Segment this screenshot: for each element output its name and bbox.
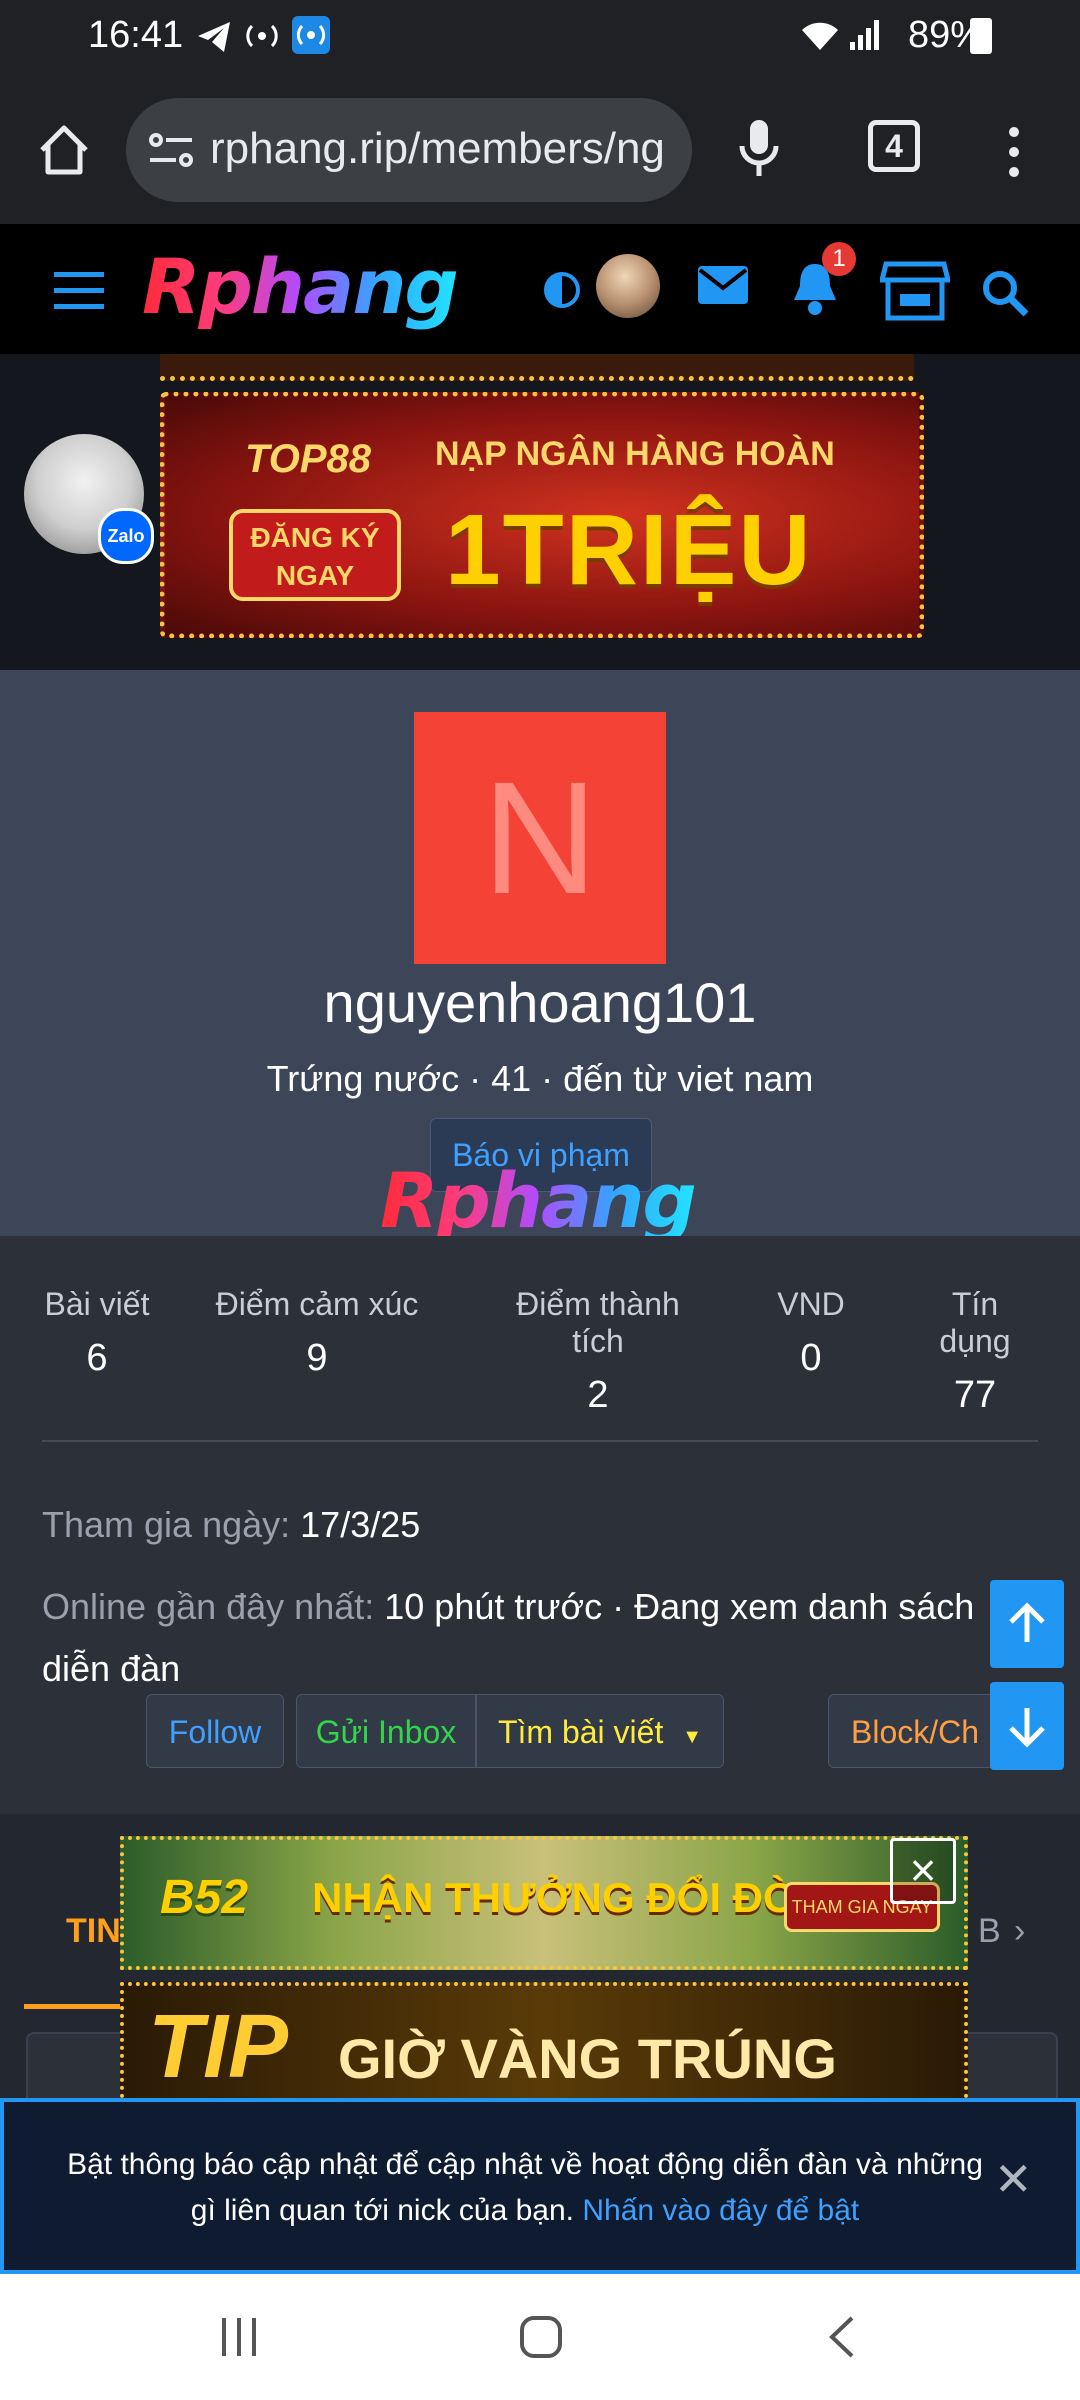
more-menu-icon[interactable] — [1006, 124, 1022, 185]
send-inbox-button[interactable]: Gửi Inbox — [296, 1694, 476, 1768]
ad-b52[interactable]: B52 NHẬN THƯỞNG ĐỔI ĐỜI THAM GIA NGAY — [120, 1836, 968, 1970]
home-nav-icon[interactable] — [518, 2314, 564, 2365]
stat-label: VND — [777, 1286, 845, 1322]
joined-label: Tham gia ngày: — [42, 1504, 291, 1545]
status-time: 16:41 — [88, 14, 184, 56]
address-bar[interactable]: rphang.rip/members/ng — [126, 98, 692, 202]
online-status[interactable]: 10 phút trước · Đang xem danh sách — [384, 1586, 974, 1627]
active-tab-indicator — [24, 2004, 134, 2009]
store-icon[interactable] — [878, 260, 952, 327]
recent-apps-icon[interactable] — [218, 2316, 260, 2363]
top-ad-banner: Zalo TOP88 NẠP NGÂN HÀNG HOÀN 1TRIỆU ĐĂN… — [0, 354, 1080, 670]
profile-avatar[interactable]: N — [414, 712, 666, 964]
profile-header: N nguyenhoang101 Trứng nước · 41 · đến t… — [0, 670, 1080, 1245]
zalo-icon[interactable]: Zalo — [98, 508, 154, 564]
block-label: Block/Ch — [851, 1714, 980, 1750]
ad-tip-brand: TIP — [148, 1997, 289, 2097]
tab-first[interactable]: TIN — [66, 1912, 121, 1951]
dropdown-caret-icon: ▼ — [682, 1726, 703, 1748]
ad-top88[interactable]: TOP88 NẠP NGÂN HÀNG HOÀN 1TRIỆU ĐĂNG KÝ … — [160, 392, 924, 638]
profile-tabs-area: TIN C B › B52 NHẬN THƯỞNG ĐỔI ĐỜI THAM G… — [0, 1814, 1080, 2130]
stat-value: 0 — [800, 1337, 822, 1379]
ad-b52-text: NHẬN THƯỞNG ĐỔI ĐỜI — [312, 1874, 811, 1921]
stats-divider — [42, 1440, 1038, 1442]
notification-message: Bật thông báo cập nhật để cập nhật về ho… — [60, 2142, 990, 2234]
hamburger-menu-icon[interactable] — [54, 270, 104, 315]
telegram-icon — [196, 20, 232, 59]
close-ad-icon[interactable]: × — [890, 1838, 956, 1904]
joined-date: 17/3/25 — [300, 1504, 421, 1545]
stat-reactions[interactable]: Điểm cảm xúc 9 — [214, 1286, 420, 1380]
tab-switcher-button[interactable]: 4 — [868, 120, 920, 172]
stat-label: Điểm cảm xúc — [215, 1286, 419, 1322]
chevron-right-icon[interactable]: › — [1014, 1912, 1025, 1951]
url-text: rphang.rip/members/ng — [210, 124, 665, 173]
stat-label: Bài viết — [44, 1286, 150, 1322]
follow-button[interactable]: Follow — [146, 1694, 284, 1768]
scroll-down-button[interactable] — [990, 1682, 1064, 1770]
stat-label: Điểm thành tích — [516, 1286, 680, 1359]
watermark-logo: Rphang — [380, 1156, 697, 1245]
profile-username: nguyenhoang101 — [323, 971, 757, 1034]
ad-headline: NẠP NGÂN HÀNG HOÀN — [435, 435, 835, 473]
mail-icon[interactable] — [696, 262, 750, 313]
site-logo[interactable]: Rphang — [142, 242, 459, 331]
profile-meta: Trứng nước · 41 · đến từ viet nam — [266, 1058, 814, 1099]
ad-register-button[interactable]: ĐĂNG KÝ NGAY — [229, 509, 401, 601]
battery-icon — [970, 18, 992, 54]
ad-amount: 1TRIỆU — [445, 494, 813, 606]
status-bar: 16:41 89% — [0, 0, 1080, 76]
stat-credit: Tín dụng 77 — [912, 1286, 1038, 1417]
site-settings-icon[interactable] — [148, 128, 194, 177]
online-label: Online gần đây nhất: — [42, 1586, 375, 1627]
wifi-icon — [800, 18, 840, 57]
search-icon[interactable] — [980, 268, 1030, 323]
push-notification-prompt: Bật thông báo cập nhật để cập nhật về ho… — [0, 2098, 1080, 2274]
ad-brand: TOP88 — [245, 437, 371, 481]
stat-posts: Bài viết 6 — [42, 1286, 152, 1380]
profile-stats: Bài viết 6 Điểm cảm xúc 9 Điểm thành tíc… — [0, 1236, 1080, 1814]
arrow-down-icon — [1009, 1708, 1045, 1748]
online-info: Online gần đây nhất: 10 phút trước · Đan… — [42, 1576, 1002, 1700]
browser-toolbar: rphang.rip/members/ng 4 — [0, 76, 1080, 224]
close-icon[interactable]: ✕ — [994, 2152, 1033, 2206]
system-nav-bar — [0, 2274, 1080, 2400]
ad-b52-brand: B52 — [160, 1871, 249, 1924]
joined-info: Tham gia ngày: 17/3/25 — [42, 1504, 420, 1546]
stat-value: 6 — [86, 1337, 108, 1379]
back-icon[interactable] — [826, 2314, 858, 2365]
find-posts-label: Tìm bài viết — [497, 1714, 664, 1750]
online-status-cont[interactable]: diễn đàn — [42, 1648, 180, 1689]
home-icon[interactable] — [36, 122, 92, 183]
stat-value: 77 — [953, 1374, 997, 1416]
microphone-icon[interactable] — [738, 118, 780, 185]
stat-vnd: VND 0 — [774, 1286, 848, 1380]
site-header: Rphang 1 — [0, 224, 1080, 354]
find-posts-button[interactable]: Tìm bài viết ▼ — [476, 1694, 724, 1768]
signal-icon — [848, 18, 882, 57]
user-avatar[interactable] — [596, 254, 660, 318]
stat-achievements[interactable]: Điểm thành tích 2 — [486, 1286, 710, 1417]
stat-value: 9 — [306, 1337, 328, 1379]
hotspot-icon — [244, 18, 280, 59]
arrow-up-icon — [1009, 1602, 1045, 1642]
stat-label: Tín dụng — [939, 1286, 1011, 1359]
block-button[interactable]: Block/Ch — [828, 1694, 1008, 1768]
stat-value: 2 — [587, 1374, 609, 1416]
notification-badge: 1 — [822, 242, 856, 276]
wireless-app-icon — [292, 16, 330, 54]
enable-notifications-link[interactable]: Nhấn vào đây để bật — [582, 2194, 859, 2227]
scroll-up-button[interactable] — [990, 1580, 1064, 1668]
ad-strip-top[interactable] — [160, 354, 914, 381]
theme-toggle-icon[interactable] — [542, 270, 582, 315]
